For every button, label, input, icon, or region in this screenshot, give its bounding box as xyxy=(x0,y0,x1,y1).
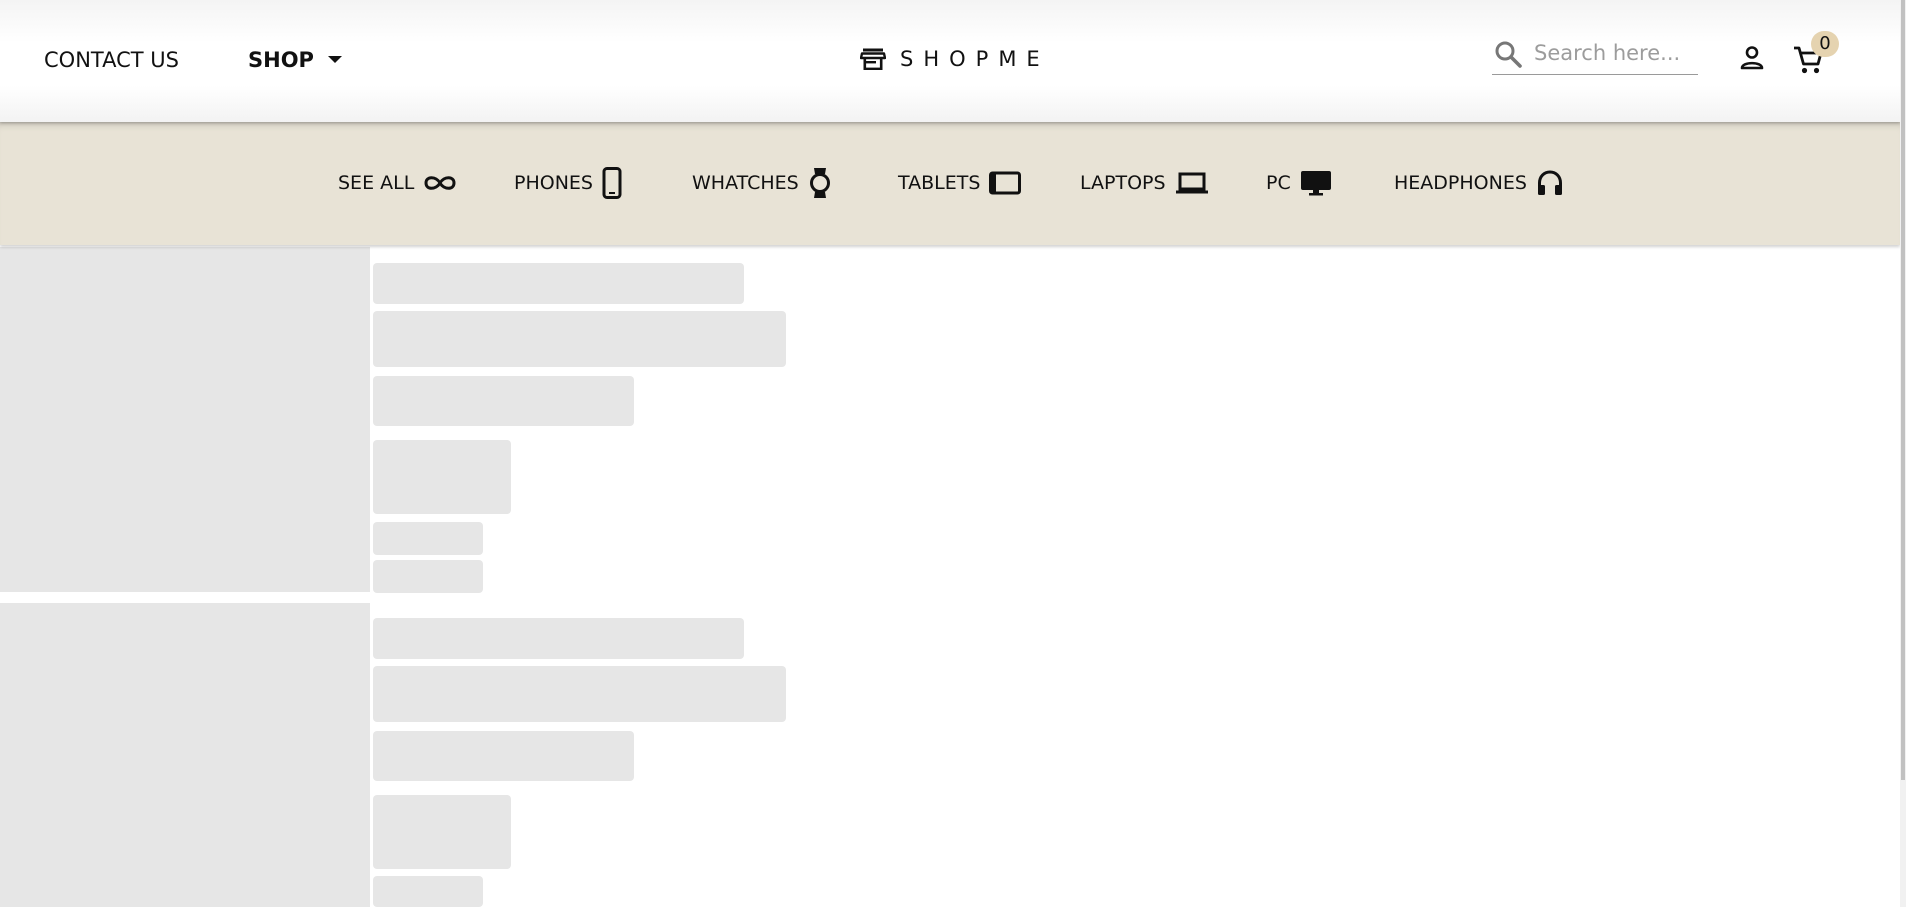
tablet-icon xyxy=(989,171,1022,195)
category-watches[interactable]: WHATCHES xyxy=(692,166,832,200)
search-box[interactable] xyxy=(1492,36,1698,75)
infinity-icon xyxy=(424,176,456,190)
category-label: PHONES xyxy=(514,172,593,194)
search-input[interactable] xyxy=(1534,39,1694,67)
skeleton-block xyxy=(373,795,511,869)
contact-us-link[interactable]: CONTACT US xyxy=(44,48,179,72)
category-label: TABLETS xyxy=(898,172,981,194)
skeleton-line xyxy=(373,876,483,907)
category-tablets[interactable]: TABLETS xyxy=(898,166,1022,200)
search-icon[interactable] xyxy=(1494,40,1522,68)
product-image-placeholder xyxy=(0,247,370,592)
skeleton-block xyxy=(373,440,511,514)
skeleton-line xyxy=(373,618,744,659)
cart-count-badge: 0 xyxy=(1811,31,1839,57)
headphones-icon xyxy=(1537,170,1562,195)
skeleton-line xyxy=(373,731,634,781)
watch-icon xyxy=(809,168,830,198)
skeleton-line xyxy=(373,560,483,593)
skeleton-line xyxy=(373,376,634,426)
phone-icon xyxy=(602,167,622,199)
caret-down-icon[interactable] xyxy=(328,56,342,63)
shop-menu-button[interactable]: SHOP xyxy=(248,48,314,72)
shopme-logo[interactable]: SHOPME xyxy=(860,47,1050,71)
product-image-placeholder xyxy=(0,603,370,907)
logo-text: SHOPME xyxy=(900,47,1050,71)
category-label: LAPTOPS xyxy=(1080,172,1166,194)
page: CONTACT US SHOP SHOPME Search here... 0 … xyxy=(0,0,1900,907)
skeleton-line xyxy=(373,263,744,304)
skeleton-line xyxy=(373,311,786,367)
category-see-all[interactable]: SEE ALL xyxy=(338,166,457,200)
category-phones[interactable]: PHONES xyxy=(514,166,622,200)
user-icon[interactable] xyxy=(1738,44,1766,72)
skeleton-line xyxy=(373,522,483,555)
laptop-icon xyxy=(1175,172,1208,194)
category-headphones[interactable]: HEADPHONES xyxy=(1394,166,1564,200)
category-label: HEADPHONES xyxy=(1394,172,1527,194)
monitor-icon xyxy=(1300,171,1331,196)
category-label: SEE ALL xyxy=(338,172,415,194)
scrollbar-thumb[interactable] xyxy=(1901,0,1905,780)
category-label: PC xyxy=(1266,172,1291,194)
category-label: WHATCHES xyxy=(692,172,799,194)
vertical-scrollbar[interactable] xyxy=(1900,0,1906,907)
category-bar: SEE ALL PHONES WHATCHES TABLETS LAPTOPS … xyxy=(0,122,1900,245)
store-icon xyxy=(860,48,886,70)
skeleton-line xyxy=(373,666,786,722)
category-laptops[interactable]: LAPTOPS xyxy=(1080,166,1209,200)
category-pc[interactable]: PC xyxy=(1266,166,1332,200)
top-header: CONTACT US SHOP SHOPME Search here... 0 xyxy=(0,0,1900,122)
